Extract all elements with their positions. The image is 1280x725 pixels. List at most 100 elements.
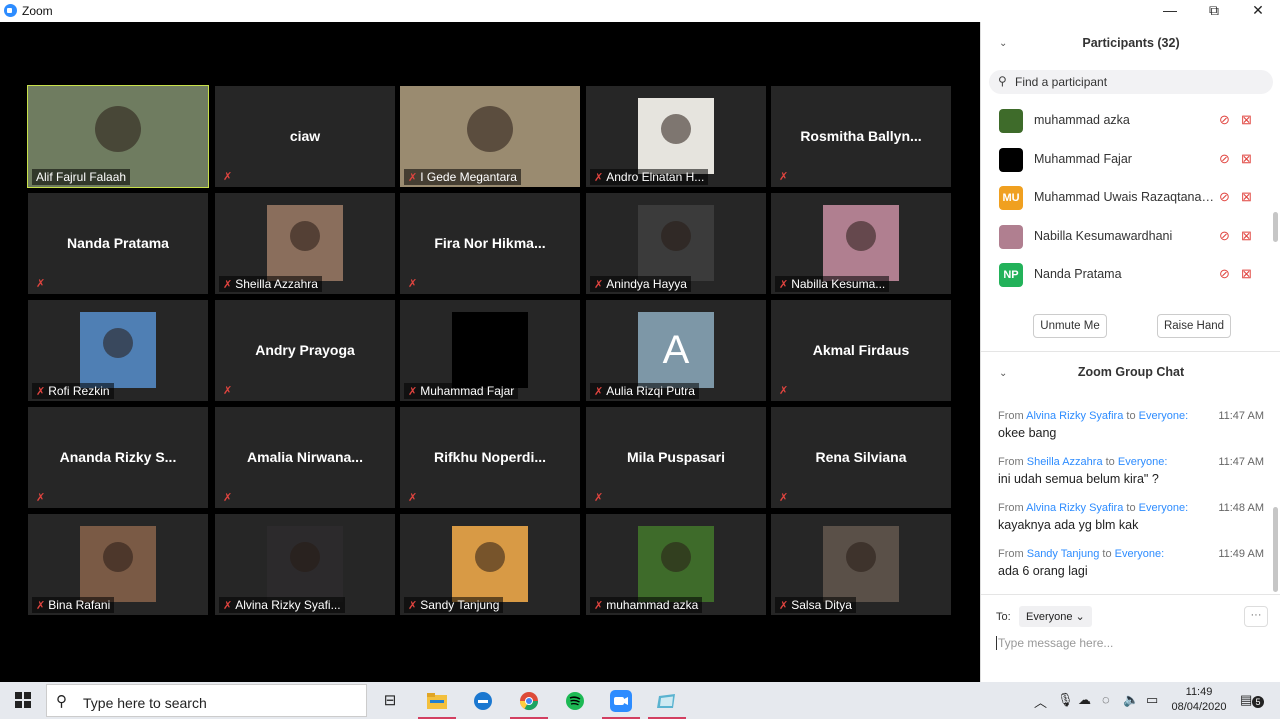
video-off-icon: ⊠: [1241, 266, 1252, 281]
muted-mic-icon: ✗: [779, 171, 789, 183]
video-tile-rofi-rezkin[interactable]: ✗ Rofi Rezkin: [28, 300, 208, 401]
recipient-name[interactable]: Everyone:: [1115, 548, 1165, 560]
muted-mic-icon: ✗: [36, 600, 46, 612]
close-button[interactable]: ✕: [1236, 0, 1280, 22]
message-time: 11:48 AM: [1218, 502, 1264, 514]
wifi-icon[interactable]: ◌: [1102, 692, 1110, 707]
video-tile-muhammad-fajar[interactable]: ✗ Muhammad Fajar: [400, 300, 580, 401]
participant-photo: [823, 205, 899, 281]
onedrive-icon[interactable]: ☁: [1078, 692, 1091, 708]
video-tile-andro-elnatan-h[interactable]: ✗ Andro Elnatan H...: [586, 86, 766, 187]
video-tile-sandy-tanjung[interactable]: ✗ Sandy Tanjung: [400, 514, 580, 615]
from-label: From: [998, 410, 1024, 422]
sender-name[interactable]: Alvina Rizky Syafira: [1026, 410, 1123, 422]
from-label: From: [998, 548, 1024, 560]
participant-row[interactable]: MU Muhammad Uwais Razaqtana_6... ⊘ ⊠: [981, 179, 1271, 217]
video-tile-rifkhu-noperdi[interactable]: Rifkhu Noperdi... ✗: [400, 407, 580, 508]
video-tile-andry-prayoga[interactable]: Andry Prayoga ✗: [215, 300, 395, 401]
participant-name-label: ✗ Alvina Rizky Syafi...: [219, 597, 345, 613]
video-tile-alvina-rizky-syafi[interactable]: ✗ Alvina Rizky Syafi...: [215, 514, 395, 615]
muted-mic-icon: ✗: [408, 172, 418, 184]
person-silhouette: [103, 542, 133, 572]
message-text: kayaknya ada yg blm kak: [998, 518, 1139, 532]
sender-name[interactable]: Alvina Rizky Syafira: [1026, 502, 1123, 514]
participants-scrollbar[interactable]: [1273, 212, 1278, 242]
participant-name: muhammad azka: [1034, 113, 1130, 127]
muted-mic-icon: ✗: [594, 279, 604, 291]
video-tile-nanda-pratama[interactable]: Nanda Pratama ✗: [28, 193, 208, 294]
side-panel: ⌄ Participants (32) ⚲ Find a participant…: [980, 22, 1280, 682]
sender-name[interactable]: Sandy Tanjung: [1027, 548, 1100, 560]
recipient-name[interactable]: Everyone:: [1139, 502, 1189, 514]
divider: [981, 351, 1280, 352]
video-tile-amalia-nirwana[interactable]: Amalia Nirwana... ✗: [215, 407, 395, 508]
participant-name-label: ✗ Nabilla Kesuma...: [775, 276, 890, 292]
chrome-browser-icon[interactable]: [506, 682, 552, 719]
participant-name-label: ✗ muhammad azka: [590, 597, 703, 613]
person-silhouette: [661, 221, 691, 251]
notes-app-icon[interactable]: [644, 682, 690, 719]
battery-icon[interactable]: ▭: [1146, 692, 1158, 708]
muted-mic-icon: ✗: [223, 492, 233, 504]
participant-row[interactable]: NP Nanda Pratama ⊘ ⊠: [981, 256, 1271, 294]
video-tile-ciaw[interactable]: ciaw ✗: [215, 86, 395, 187]
video-tile-rena-silviana[interactable]: Rena Silviana ✗: [771, 407, 951, 508]
video-tile-rosmitha-ballyn[interactable]: Rosmitha Ballyn... ✗: [771, 86, 951, 187]
show-hidden-icons-icon[interactable]: ︿: [1034, 692, 1047, 711]
notification-center-icon[interactable]: ▤: [1240, 692, 1252, 708]
recipient-name[interactable]: Everyone:: [1139, 410, 1189, 422]
person-silhouette: [467, 106, 513, 152]
taskbar-search-placeholder: Type here to search: [83, 695, 207, 711]
message-input[interactable]: Type message here...: [996, 636, 1113, 650]
video-tile-bina-rafani[interactable]: ✗ Bina Rafani: [28, 514, 208, 615]
unmute-me-button[interactable]: Unmute Me: [1033, 314, 1107, 338]
zoom-app-icon[interactable]: [598, 682, 644, 719]
file-explorer-icon[interactable]: [414, 682, 460, 719]
restore-button[interactable]: ⧉: [1192, 0, 1236, 22]
raise-hand-button[interactable]: Raise Hand: [1157, 314, 1231, 338]
volume-icon[interactable]: 🔈: [1123, 692, 1139, 708]
task-view-icon[interactable]: ⊟: [367, 682, 413, 719]
participant-name-label: ✗ Bina Rafani: [32, 597, 115, 613]
video-tile-ananda-rizky-s[interactable]: Ananda Rizky S... ✗: [28, 407, 208, 508]
muted-mic-icon: ✗: [779, 492, 789, 504]
participant-name-label: ✗ Salsa Ditya: [775, 597, 856, 613]
more-options-button[interactable]: ···: [1244, 606, 1268, 627]
taskbar-search-input[interactable]: ⚲ Type here to search: [46, 684, 367, 717]
video-tile-sheilla-azzahra[interactable]: ✗ Sheilla Azzahra: [215, 193, 395, 294]
spotify-icon[interactable]: [552, 682, 598, 719]
muted-mic-icon: ✗: [779, 385, 789, 397]
video-tile-muhammad-azka[interactable]: ✗ muhammad azka: [586, 514, 766, 615]
muted-mic-icon: ✗: [223, 279, 233, 291]
video-tile-alif-fajrul-falaah[interactable]: Alif Fajrul Falaah: [27, 85, 209, 188]
participant-name-label: ✗ Aulia Rizqi Putra: [590, 383, 699, 399]
muted-mic-icon: ✗: [594, 492, 604, 504]
participant-row[interactable]: muhammad azka ⊘ ⊠: [981, 102, 1271, 140]
video-tile-i-gede-megantara[interactable]: ✗ I Gede Megantara: [400, 86, 580, 187]
video-tile-anindya-hayya[interactable]: ✗ Anindya Hayya: [586, 193, 766, 294]
chat-scrollbar[interactable]: [1273, 507, 1278, 592]
recipient-name[interactable]: Everyone:: [1118, 456, 1168, 468]
video-tile-nabilla-kesuma[interactable]: ✗ Nabilla Kesuma...: [771, 193, 951, 294]
person-silhouette: [290, 542, 320, 572]
recipient-select[interactable]: Everyone ⌄: [1019, 606, 1092, 627]
to-label: To:: [996, 611, 1011, 623]
windows-start-icon[interactable]: [0, 682, 46, 719]
participant-row[interactable]: Muhammad Fajar ⊘ ⊠: [981, 141, 1271, 179]
video-off-icon: ⊠: [1241, 112, 1252, 127]
microphone-icon[interactable]: 🎙: [1057, 692, 1074, 708]
minimize-button[interactable]: —: [1148, 0, 1192, 22]
video-tile-akmal-firdaus[interactable]: Akmal Firdaus ✗: [771, 300, 951, 401]
video-tile-mila-puspasari[interactable]: Mila Puspasari ✗: [586, 407, 766, 508]
sender-name[interactable]: Sheilla Azzahra: [1027, 456, 1103, 468]
muted-mic-icon: ✗: [408, 492, 418, 504]
video-tile-fira-nor-hikma[interactable]: Fira Nor Hikma... ✗: [400, 193, 580, 294]
video-tile-aulia-rizqi-putra[interactable]: A ✗ Aulia Rizqi Putra: [586, 300, 766, 401]
video-tile-salsa-ditya[interactable]: ✗ Salsa Ditya: [771, 514, 951, 615]
participant-search-input[interactable]: ⚲ Find a participant: [989, 70, 1273, 94]
participant-name-label: ✗ I Gede Megantara: [404, 169, 521, 185]
message-text: okee bang: [998, 426, 1057, 440]
taskbar-clock[interactable]: 11:49 08/04/2020: [1164, 685, 1234, 715]
participant-row[interactable]: Nabilla Kesumawardhani ⊘ ⊠: [981, 218, 1271, 256]
edge-browser-icon[interactable]: [460, 682, 506, 719]
